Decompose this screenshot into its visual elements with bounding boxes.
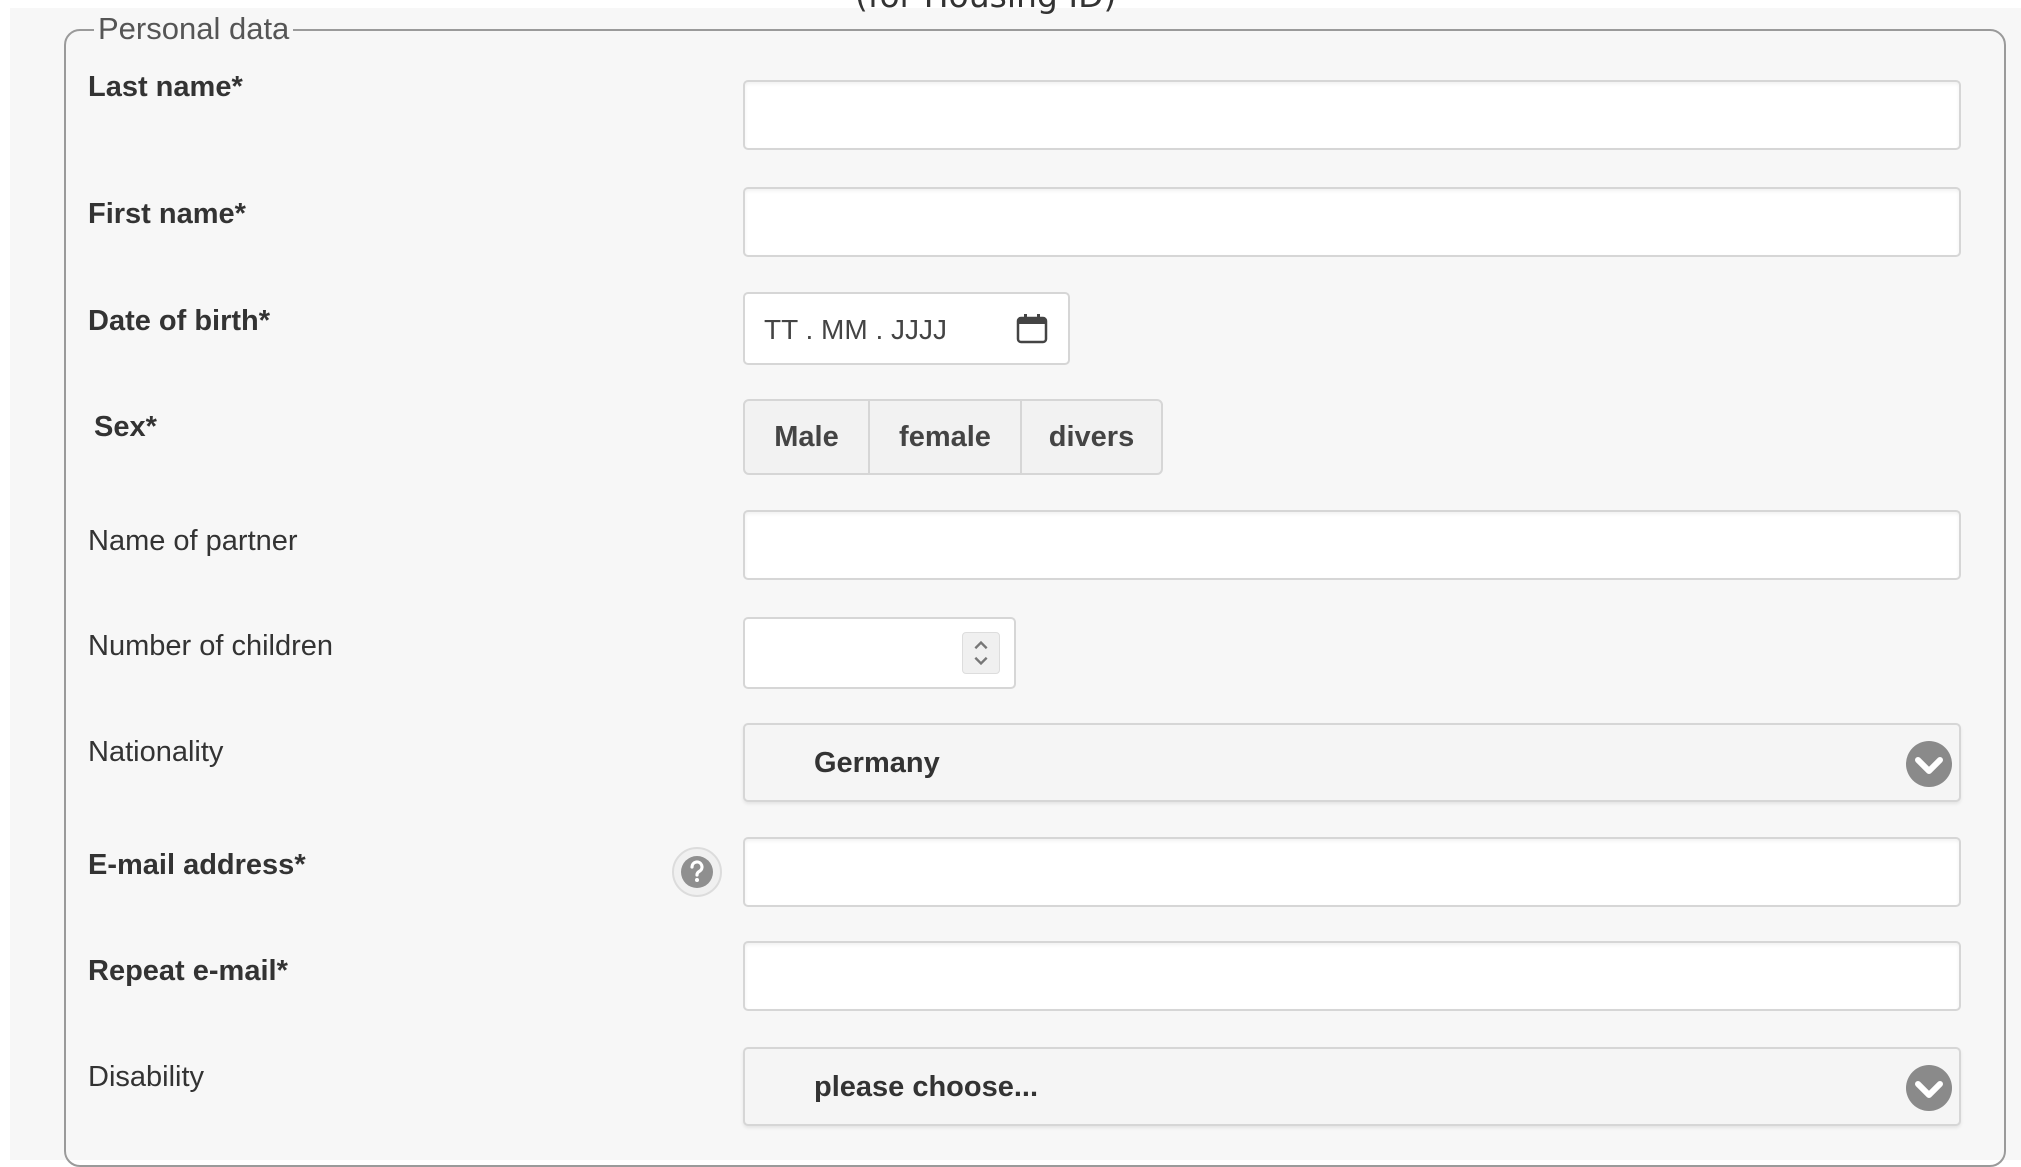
disability-value: please choose... xyxy=(814,1071,1039,1103)
disability-label: Disability xyxy=(88,1061,205,1093)
date-of-birth-label: Date of birth* xyxy=(88,305,271,337)
sex-segmented-control: Male female divers xyxy=(743,399,1163,475)
date-placeholder: TT . MM . JJJJ xyxy=(764,314,948,345)
question-circle-icon[interactable] xyxy=(671,846,723,898)
sex-option-male[interactable]: Male xyxy=(745,401,870,473)
last-name-label: Last name* xyxy=(88,71,243,103)
nationality-label: Nationality xyxy=(88,736,224,768)
repeat-email-input[interactable] xyxy=(743,941,1961,1011)
fieldset-legend: Personal data xyxy=(94,10,294,48)
first-name-input[interactable] xyxy=(743,187,1961,257)
children-count-label: Number of children xyxy=(88,630,333,662)
chevron-down-icon xyxy=(1906,1065,1952,1111)
repeat-email-label: Repeat e-mail* xyxy=(88,955,288,987)
calendar-icon[interactable] xyxy=(1015,313,1049,345)
email-input[interactable] xyxy=(743,837,1961,907)
last-name-input[interactable] xyxy=(743,80,1961,150)
email-label: E-mail address* xyxy=(88,849,306,881)
nationality-value: Germany xyxy=(814,747,940,779)
disability-select[interactable]: please choose... xyxy=(743,1047,1961,1126)
sex-option-female[interactable]: female xyxy=(870,401,1022,473)
page-heading: (for Housing ID) xyxy=(855,0,1116,15)
sex-label: Sex* xyxy=(94,411,157,443)
first-name-label: First name* xyxy=(88,198,246,230)
children-count-input[interactable] xyxy=(743,617,1016,689)
sex-option-divers[interactable]: divers xyxy=(1022,401,1161,473)
nationality-select[interactable]: Germany xyxy=(743,723,1961,802)
partner-name-label: Name of partner xyxy=(88,525,298,557)
number-spinner-icon[interactable] xyxy=(962,632,1000,674)
chevron-down-icon xyxy=(1906,741,1952,787)
date-of-birth-input[interactable]: TT . MM . JJJJ xyxy=(743,292,1070,365)
partner-name-input[interactable] xyxy=(743,510,1961,580)
